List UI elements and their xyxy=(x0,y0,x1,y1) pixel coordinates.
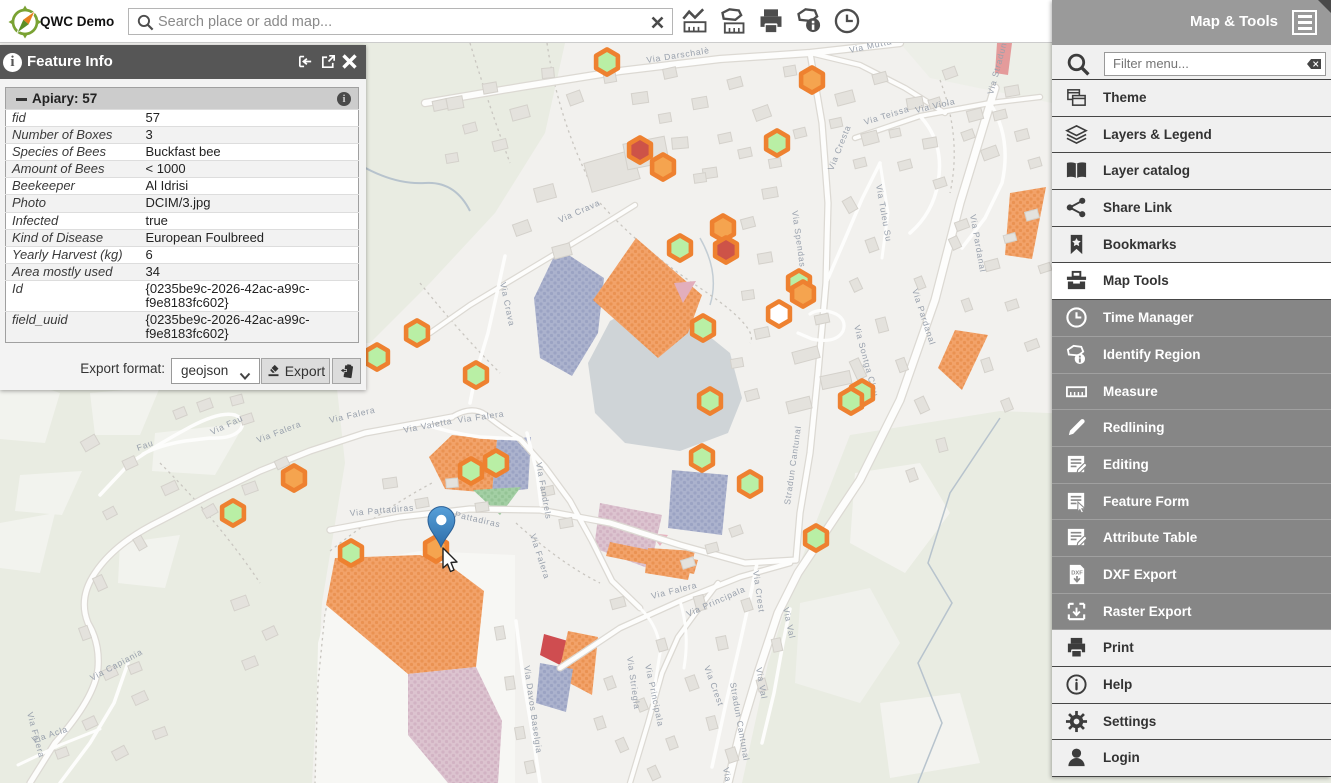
svg-text:DXF: DXF xyxy=(1071,570,1083,576)
